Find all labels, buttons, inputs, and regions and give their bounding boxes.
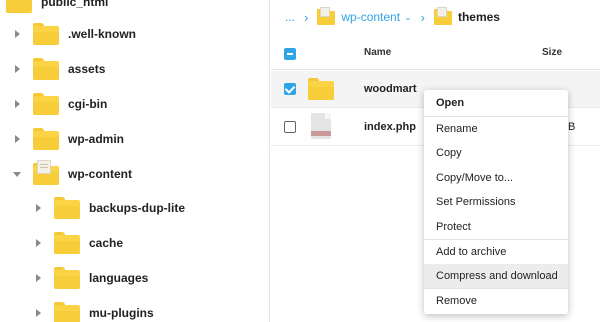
tree-item-label: assets [68, 62, 106, 76]
chevron-right-icon: › [304, 9, 309, 25]
chevron-down-icon[interactable]: ⌄ [404, 12, 412, 23]
tree-item-label: cache [89, 236, 124, 250]
folder-icon [54, 267, 80, 289]
expand-arrow-icon[interactable] [33, 273, 43, 283]
expand-arrow-icon[interactable] [12, 29, 22, 39]
menu-item-open[interactable]: Open [424, 91, 568, 115]
menu-item-remove[interactable]: Remove [424, 289, 568, 313]
tree-item-cgi-bin[interactable]: cgi-bin [12, 88, 107, 120]
file-name: index.php [364, 121, 416, 133]
tree-item-label: .well-known [68, 27, 137, 41]
tree-item-well-known[interactable]: .well-known [12, 18, 136, 50]
expand-arrow-icon[interactable] [12, 99, 22, 109]
tree-item-label: mu-plugins [89, 306, 154, 320]
folder-icon [54, 232, 80, 254]
column-header-name[interactable]: Name [364, 47, 391, 58]
tree-item-backups-dup-lite[interactable]: backups-dup-lite [33, 192, 185, 224]
expand-arrow-icon[interactable] [12, 64, 22, 74]
tree-item-wp-content[interactable]: wp-content [12, 158, 132, 190]
file-size: B [568, 121, 576, 133]
folder-icon [317, 7, 336, 25]
breadcrumb-current: themes [457, 10, 500, 24]
expand-arrow-icon[interactable] [12, 134, 22, 144]
column-header-size[interactable]: Size [542, 47, 562, 58]
folder-icon [33, 93, 59, 115]
tree-item-label: languages [89, 271, 149, 285]
expand-arrow-icon[interactable] [33, 308, 43, 318]
tree-item-public-html[interactable]: public_html [6, 0, 108, 18]
tree-item-wp-admin[interactable]: wp-admin [12, 123, 124, 155]
menu-item-copy-move[interactable]: Copy/Move to... [424, 166, 568, 190]
folder-icon [54, 302, 80, 322]
folder-icon [308, 78, 334, 100]
folder-icon [6, 0, 32, 13]
php-file-icon [311, 113, 331, 139]
folder-icon [33, 58, 59, 80]
expand-arrow-icon[interactable] [33, 238, 43, 248]
folder-icon [33, 23, 59, 45]
tree-item-cache[interactable]: cache [33, 227, 123, 259]
chevron-right-icon: › [420, 9, 425, 25]
row-checkbox[interactable] [284, 121, 296, 133]
open-folder-icon [33, 160, 59, 185]
select-all-checkbox[interactable] [284, 48, 296, 60]
tree-item-languages[interactable]: languages [33, 262, 148, 294]
tree-item-label: public_html [41, 0, 109, 9]
tree-item-label: wp-admin [68, 132, 124, 146]
collapse-arrow-icon[interactable] [12, 169, 22, 179]
menu-item-compress-download[interactable]: Compress and download [424, 264, 568, 288]
file-name: woodmart [364, 83, 417, 95]
breadcrumb-ellipsis[interactable]: ... [285, 10, 295, 24]
folder-icon [33, 128, 59, 150]
menu-item-set-permissions[interactable]: Set Permissions [424, 190, 568, 214]
row-checkbox[interactable] [284, 83, 296, 95]
tree-item-assets[interactable]: assets [12, 53, 105, 85]
menu-item-add-to-archive[interactable]: Add to archive [424, 240, 568, 264]
expand-arrow-icon[interactable] [33, 203, 43, 213]
breadcrumb: ... › wp-content ⌄ › themes [285, 6, 500, 28]
folder-tree: public_html .well-known assets cgi-bin w… [0, 0, 270, 322]
tree-item-label: cgi-bin [68, 97, 108, 111]
menu-item-copy[interactable]: Copy [424, 141, 568, 165]
folder-icon [433, 7, 452, 25]
menu-item-protect[interactable]: Protect [424, 215, 568, 239]
folder-icon [54, 197, 80, 219]
tree-item-label: wp-content [68, 167, 132, 181]
tree-item-mu-plugins[interactable]: mu-plugins [33, 297, 154, 322]
list-header: Name Size [271, 38, 600, 70]
context-menu: Open Rename Copy Copy/Move to... Set Per… [424, 90, 568, 314]
tree-item-label: backups-dup-lite [89, 201, 186, 215]
menu-item-rename[interactable]: Rename [424, 117, 568, 141]
breadcrumb-parent[interactable]: wp-content [341, 10, 400, 24]
